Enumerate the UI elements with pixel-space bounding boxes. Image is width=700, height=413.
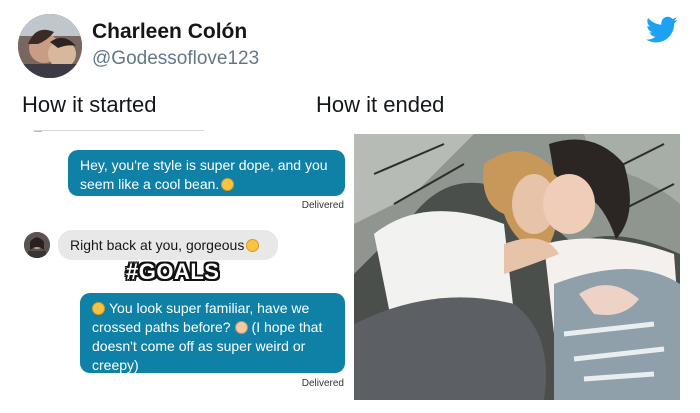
divider — [34, 130, 204, 131]
smile-emoji-icon — [221, 178, 235, 191]
contact-avatar — [24, 232, 50, 258]
display-name[interactable]: Charleen Colón — [92, 20, 247, 44]
smile-emoji-icon — [92, 302, 105, 315]
twitter-bird-icon — [646, 16, 678, 43]
overlay-caption: #GOALS — [126, 259, 220, 284]
tweet-card: Charleen Colón @Godessoflove123 How it s… — [0, 0, 700, 413]
right-column-title: How it ended — [316, 92, 445, 117]
received-message-text: Right back at you, gorgeous — [70, 237, 245, 253]
sent-message-text: Hey, you're style is super dope, and you… — [80, 157, 328, 192]
couple-photo — [354, 134, 680, 400]
smirk-emoji-icon — [246, 239, 260, 252]
profile-avatar[interactable] — [18, 14, 82, 78]
left-column-title: How it started — [22, 92, 157, 117]
chat-screenshot: Hey, you're style is super dope, and you… — [16, 126, 346, 408]
user-handle[interactable]: @Godessoflove123 — [92, 48, 259, 70]
received-message-bubble: Right back at you, gorgeous — [58, 230, 278, 260]
delivered-status: Delivered — [301, 200, 344, 211]
divider — [34, 126, 42, 132]
face-emoji-icon — [234, 321, 248, 334]
sent-message-bubble: Hey, you're style is super dope, and you… — [68, 150, 345, 196]
sent-message-bubble: You look super familiar, have we crossed… — [80, 293, 345, 373]
delivered-status: Delivered — [301, 378, 344, 389]
